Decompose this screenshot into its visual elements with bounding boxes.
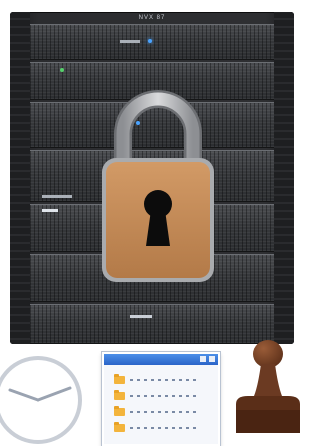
file-name-placeholder bbox=[130, 395, 200, 397]
rack-left-rail bbox=[10, 12, 30, 344]
folder-icon bbox=[114, 390, 125, 400]
file-browser-icon bbox=[102, 352, 220, 446]
padlock-icon bbox=[102, 90, 214, 282]
folder-icon bbox=[114, 374, 125, 384]
drive-label bbox=[42, 195, 72, 198]
file-list-row bbox=[114, 374, 204, 384]
rubber-stamp-icon bbox=[236, 340, 300, 433]
file-name-placeholder bbox=[130, 379, 200, 381]
file-list-row bbox=[114, 422, 204, 432]
file-list-row bbox=[114, 406, 204, 416]
file-list-row bbox=[114, 390, 204, 400]
drive-label bbox=[130, 315, 152, 318]
minimize-icon bbox=[200, 356, 206, 362]
rack-right-rail bbox=[274, 12, 294, 344]
status-led bbox=[60, 68, 64, 72]
drive-label bbox=[120, 40, 140, 43]
folder-icon bbox=[114, 406, 125, 416]
rack-unit bbox=[30, 24, 274, 60]
drive-label bbox=[42, 209, 58, 212]
file-name-placeholder bbox=[130, 411, 200, 413]
folder-icon bbox=[114, 422, 125, 432]
clock-icon bbox=[0, 356, 82, 444]
rack-brand-label: NVX 87 bbox=[138, 15, 166, 21]
status-led bbox=[148, 39, 152, 43]
window-titlebar bbox=[104, 354, 218, 365]
close-icon bbox=[209, 356, 215, 362]
file-name-placeholder bbox=[130, 427, 200, 429]
